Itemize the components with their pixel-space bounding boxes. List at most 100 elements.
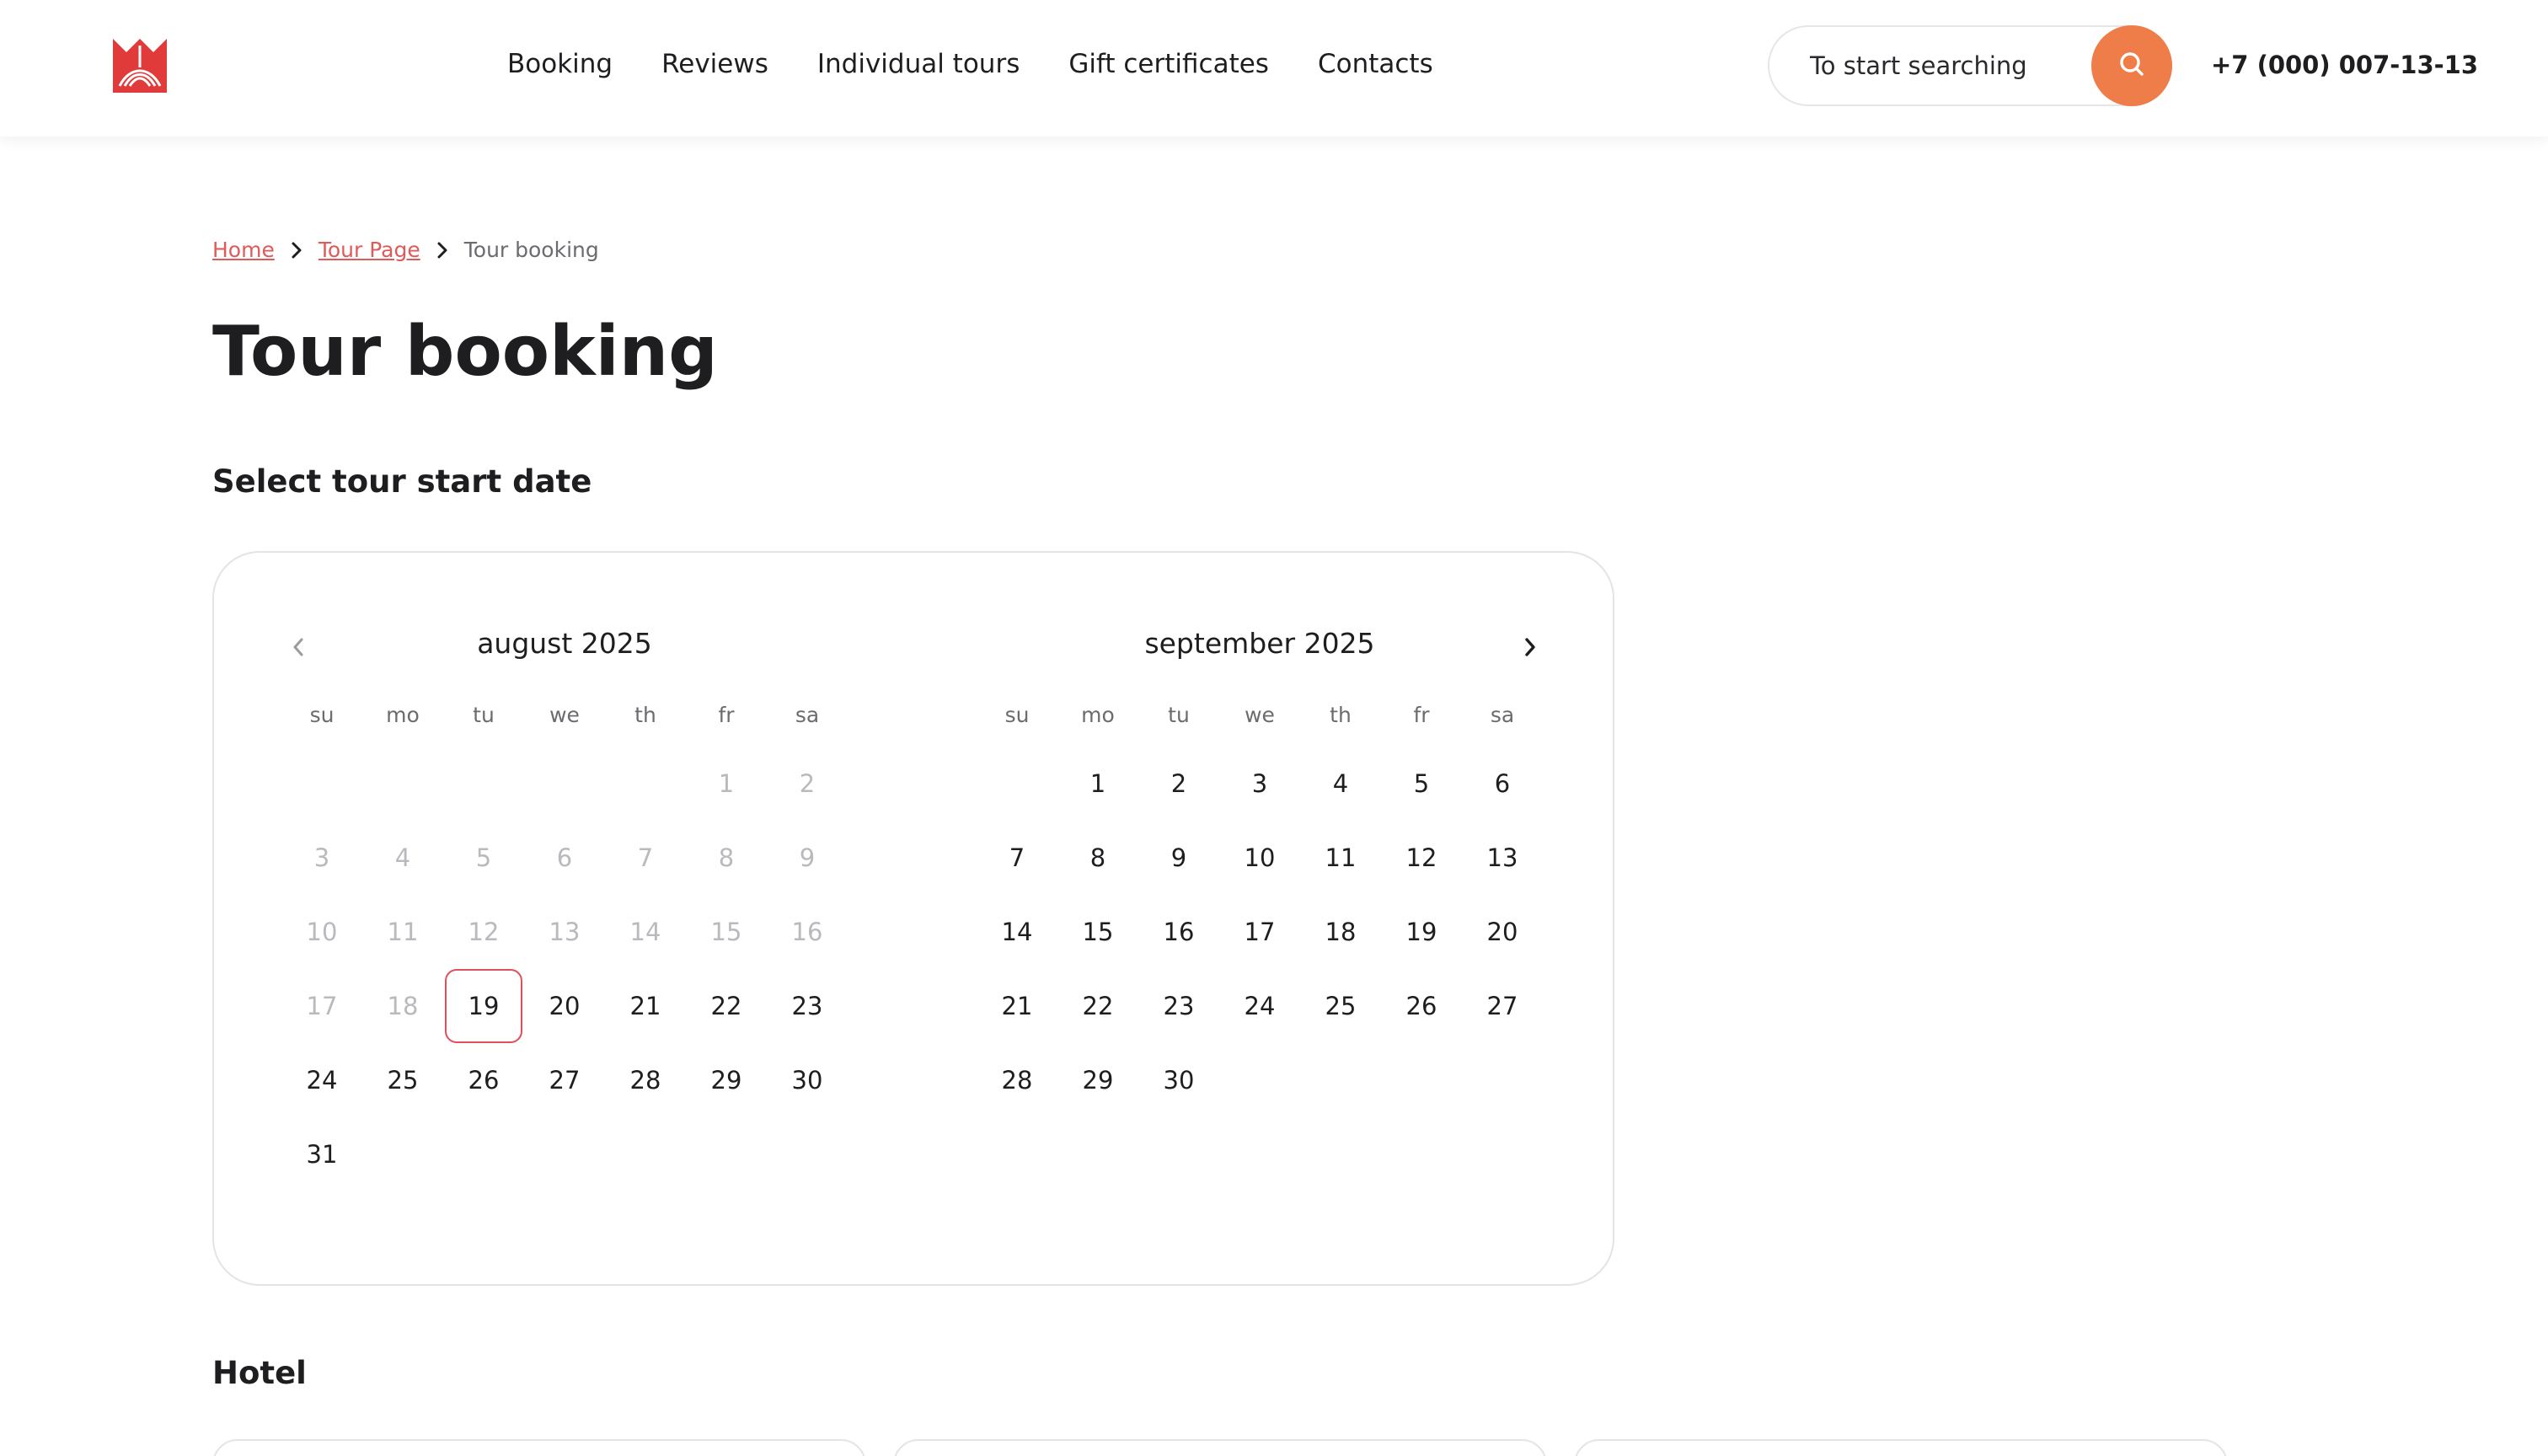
- month-title: september 2025: [1144, 627, 1375, 660]
- calendar-day[interactable]: 18: [1300, 895, 1381, 969]
- date-picker: august 2025 su mo tu we th fr sa 1 2 3 4 5 6 7 8 9 10 11 1…: [212, 551, 1614, 1286]
- calendar-day[interactable]: 16: [1138, 895, 1219, 969]
- nav-contacts[interactable]: Contacts: [1318, 49, 1433, 79]
- calendar-day[interactable]: 23: [1138, 969, 1219, 1043]
- weekday-label: sa: [1490, 703, 1515, 727]
- calendar-day[interactable]: 26: [443, 1043, 524, 1117]
- calendar-day: 12: [468, 918, 500, 946]
- calendar-day[interactable]: 31: [281, 1117, 362, 1191]
- hotel-section-title: Hotel: [212, 1355, 307, 1391]
- calendar-day[interactable]: 27: [1462, 969, 1543, 1043]
- calendar-day[interactable]: 19: [1381, 895, 1462, 969]
- calendar-day: 5: [475, 843, 492, 872]
- weekday-label: su: [309, 703, 335, 727]
- breadcrumb-tour-page[interactable]: Tour Page: [318, 238, 420, 262]
- nav-gift-certificates[interactable]: Gift certificates: [1068, 49, 1269, 79]
- calendar-day[interactable]: 29: [686, 1043, 767, 1117]
- calendar-day: 2: [799, 769, 816, 798]
- calendar-day[interactable]: 17: [1219, 895, 1300, 969]
- weekday-label: tu: [1168, 703, 1190, 727]
- calendar-day[interactable]: 6: [1462, 747, 1543, 821]
- chevron-right-icon: [275, 241, 318, 260]
- search-input[interactable]: [1810, 27, 2096, 104]
- breadcrumb-current: Tour booking: [463, 238, 599, 262]
- month-grid: su mo tu we th fr sa 1 2 3 4 5 6 7 8 9 10 11 12 13 14 15 16 17 1…: [977, 703, 1543, 1117]
- hotel-card[interactable]: [893, 1439, 1547, 1456]
- hotel-card[interactable]: [212, 1439, 866, 1456]
- calendar-day[interactable]: 20: [1462, 895, 1543, 969]
- calendar-day[interactable]: 25: [362, 1043, 443, 1117]
- calendar-day: 7: [637, 843, 654, 872]
- calendar-day: 14: [629, 918, 661, 946]
- weekday-label: we: [1245, 703, 1275, 727]
- calendar-day[interactable]: 24: [1219, 969, 1300, 1043]
- calendar-day[interactable]: 22: [1057, 969, 1138, 1043]
- calendar-day[interactable]: 5: [1381, 747, 1462, 821]
- calendar-day[interactable]: 21: [605, 969, 686, 1043]
- calendar-day[interactable]: 24: [281, 1043, 362, 1117]
- calendar-day[interactable]: 14: [977, 895, 1057, 969]
- month-grid: su mo tu we th fr sa 1 2 3 4 5 6 7 8 9 10 11 12 13 14 15 16 17 1…: [281, 703, 848, 1191]
- search-box: [1768, 25, 2172, 106]
- calendar-day: 13: [549, 918, 581, 946]
- date-section-title: Select tour start date: [212, 463, 592, 500]
- calendar-day[interactable]: 23: [767, 969, 848, 1043]
- weekday-label: mo: [386, 703, 420, 727]
- weekday-label: mo: [1081, 703, 1115, 727]
- search-icon: [2117, 50, 2146, 82]
- nav-booking[interactable]: Booking: [507, 49, 613, 79]
- calendar-day[interactable]: 28: [977, 1043, 1057, 1117]
- breadcrumb: Home Tour Page Tour booking: [212, 238, 599, 262]
- calendar-day[interactable]: 28: [605, 1043, 686, 1117]
- month-title: august 2025: [477, 627, 652, 660]
- calendar-day[interactable]: 30: [1138, 1043, 1219, 1117]
- calendar-day[interactable]: 10: [1219, 821, 1300, 895]
- calendar-day[interactable]: 9: [1138, 821, 1219, 895]
- calendar-day[interactable]: 29: [1057, 1043, 1138, 1117]
- nav-reviews[interactable]: Reviews: [661, 49, 768, 79]
- calendar-day: 11: [387, 918, 419, 946]
- calendar-day: 1: [718, 769, 735, 798]
- calendar-day[interactable]: 11: [1300, 821, 1381, 895]
- calendar-day: 17: [306, 992, 338, 1020]
- selected-day[interactable]: 19: [445, 969, 522, 1043]
- calendar-day: 10: [306, 918, 338, 946]
- breadcrumb-home[interactable]: Home: [212, 238, 275, 262]
- calendar-day: 18: [387, 992, 419, 1020]
- site-header: Booking Reviews Individual tours Gift ce…: [0, 0, 2548, 136]
- calendar-day: 9: [799, 843, 816, 872]
- calendar-day[interactable]: 25: [1300, 969, 1381, 1043]
- calendar-day[interactable]: 22: [686, 969, 767, 1043]
- weekday-label: th: [1330, 703, 1352, 727]
- calendar-day[interactable]: 27: [524, 1043, 605, 1117]
- calendar-day: 15: [710, 918, 742, 946]
- weekday-label: th: [634, 703, 656, 727]
- hotel-card[interactable]: [1574, 1439, 2228, 1456]
- calendar-day[interactable]: 20: [524, 969, 605, 1043]
- weekday-label: we: [549, 703, 580, 727]
- calendar-day[interactable]: 12: [1381, 821, 1462, 895]
- weekday-label: fr: [1413, 703, 1430, 727]
- brand-logo[interactable]: [110, 34, 170, 96]
- chevron-right-icon: [420, 241, 464, 260]
- calendar-day[interactable]: 2: [1138, 747, 1219, 821]
- calendar-day: 6: [556, 843, 573, 872]
- calendar-day[interactable]: 3: [1219, 747, 1300, 821]
- calendar-day[interactable]: 8: [1057, 821, 1138, 895]
- calendar-day[interactable]: 21: [977, 969, 1057, 1043]
- calendar-day[interactable]: 4: [1300, 747, 1381, 821]
- phone-number[interactable]: +7 (000) 007-13-13: [2211, 51, 2478, 79]
- weekday-label: fr: [718, 703, 735, 727]
- weekday-label: su: [1004, 703, 1030, 727]
- weekday-label: tu: [473, 703, 495, 727]
- weekday-label: sa: [795, 703, 820, 727]
- calendar-day: 8: [718, 843, 735, 872]
- calendar-day[interactable]: 30: [767, 1043, 848, 1117]
- calendar-day[interactable]: 26: [1381, 969, 1462, 1043]
- calendar-day[interactable]: 15: [1057, 895, 1138, 969]
- search-button[interactable]: [2091, 25, 2172, 106]
- nav-individual-tours[interactable]: Individual tours: [817, 49, 1020, 79]
- calendar-day[interactable]: 1: [1057, 747, 1138, 821]
- calendar-day[interactable]: 13: [1462, 821, 1543, 895]
- calendar-day[interactable]: 7: [977, 821, 1057, 895]
